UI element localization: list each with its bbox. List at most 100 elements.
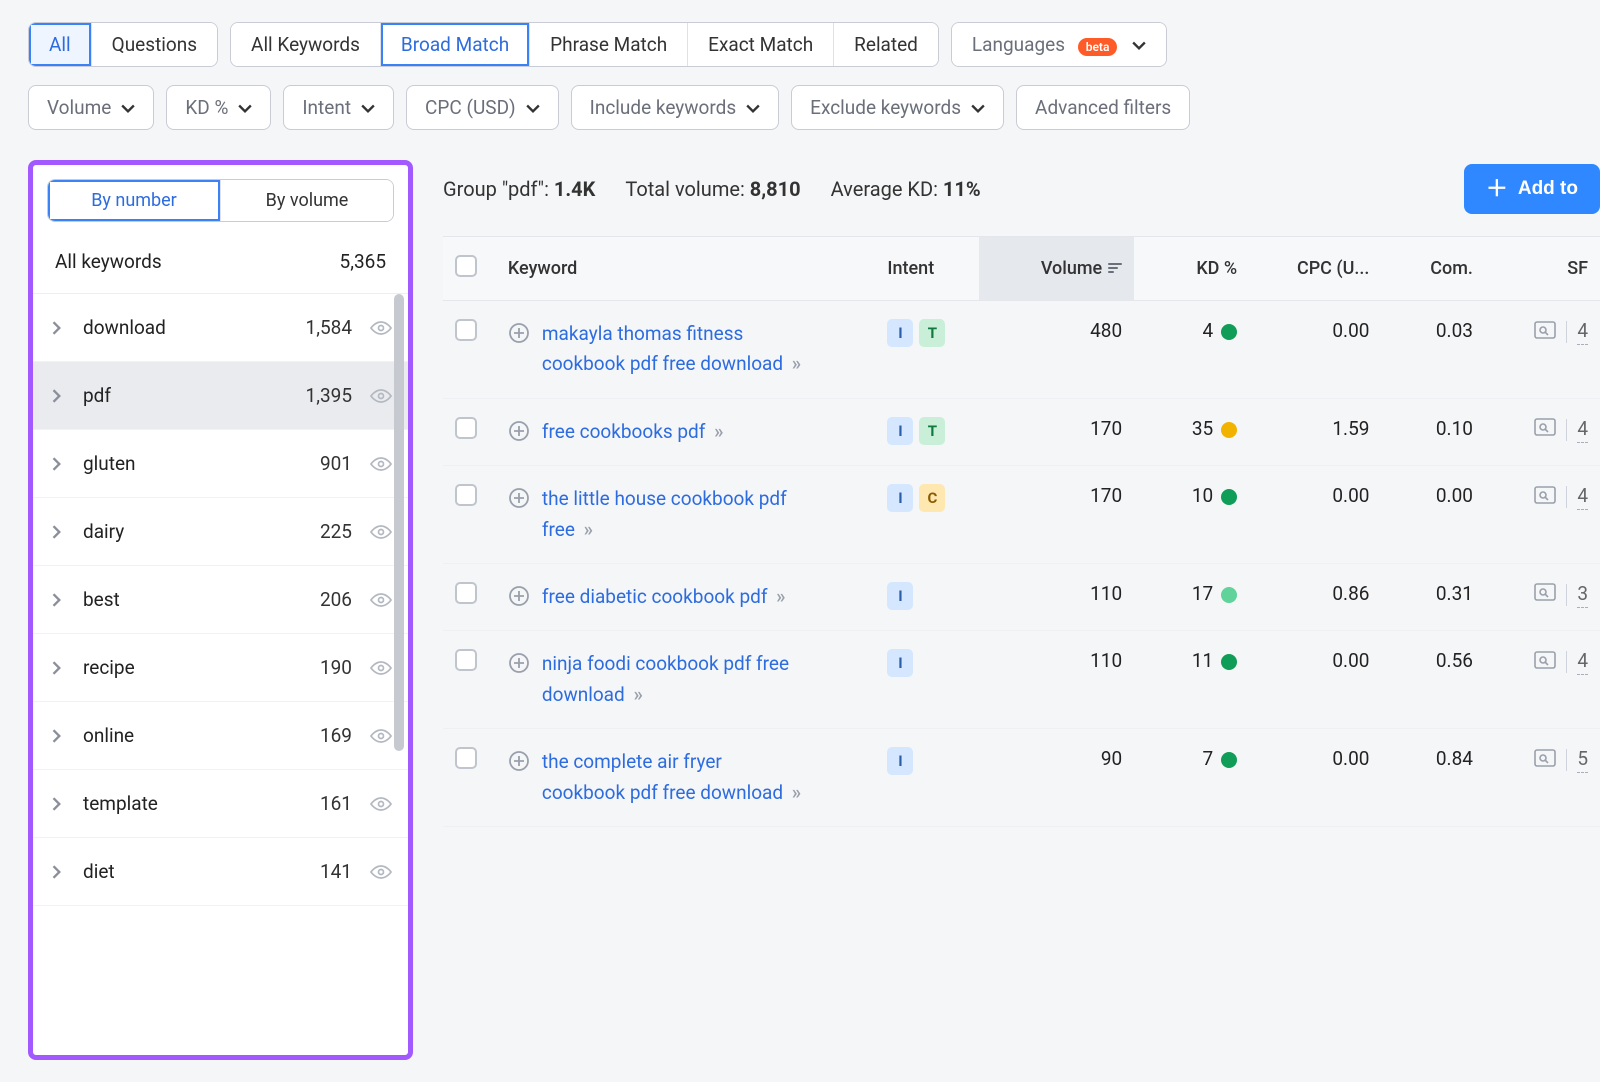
com-cell: 0.00 bbox=[1381, 466, 1485, 564]
sidebar-group-download[interactable]: download1,584 bbox=[33, 294, 408, 362]
keyword-link[interactable]: ninja foodi cookbook pdf free download » bbox=[542, 649, 808, 710]
sidebar-group-recipe[interactable]: recipe 190 bbox=[33, 634, 408, 702]
col-keyword[interactable]: Keyword bbox=[496, 237, 876, 301]
kd-dot-icon bbox=[1221, 752, 1237, 768]
sidebar-group-pdf[interactable]: pdf1,395 bbox=[33, 362, 408, 430]
col-volume[interactable]: Volume bbox=[979, 237, 1134, 301]
cpc-cell: 0.00 bbox=[1249, 631, 1381, 729]
expand-icon[interactable] bbox=[508, 487, 530, 545]
eye-icon[interactable] bbox=[370, 592, 392, 608]
row-checkbox[interactable] bbox=[455, 747, 477, 769]
com-cell: 0.10 bbox=[1381, 398, 1485, 465]
serp-icon[interactable] bbox=[1534, 583, 1556, 606]
row-checkbox[interactable] bbox=[455, 582, 477, 604]
sidebar-group-label: recipe bbox=[83, 656, 310, 679]
sidebar-group-gluten[interactable]: gluten901 bbox=[33, 430, 408, 498]
keyword-link[interactable]: free cookbooks pdf » bbox=[542, 417, 724, 447]
sidebar-group-template[interactable]: template161 bbox=[33, 770, 408, 838]
chevron-down-icon bbox=[1132, 33, 1146, 56]
tab-phrase-match[interactable]: Phrase Match bbox=[530, 23, 688, 66]
kd-dot-icon bbox=[1221, 324, 1237, 340]
serp-icon[interactable] bbox=[1534, 651, 1556, 674]
filter-kd-[interactable]: KD % bbox=[166, 85, 271, 130]
intent-tag-t: T bbox=[919, 319, 945, 347]
serp-icon[interactable] bbox=[1534, 418, 1556, 441]
eye-icon[interactable] bbox=[370, 524, 392, 540]
sidebar-group-diet[interactable]: diet141 bbox=[33, 838, 408, 906]
sf-count[interactable]: 4 bbox=[1577, 649, 1588, 675]
expand-icon[interactable] bbox=[508, 652, 530, 710]
expand-icon[interactable] bbox=[508, 322, 530, 380]
sidebar-group-label: download bbox=[83, 316, 296, 339]
row-checkbox[interactable] bbox=[455, 649, 477, 671]
col-kd[interactable]: KD % bbox=[1134, 237, 1249, 301]
volume-cell: 170 bbox=[979, 398, 1134, 465]
eye-icon[interactable] bbox=[370, 388, 392, 404]
eye-icon[interactable] bbox=[370, 728, 392, 744]
eye-icon[interactable] bbox=[370, 320, 392, 336]
filter-include-keywords[interactable]: Include keywords bbox=[571, 85, 780, 130]
sidebar-tab-volume[interactable]: By volume bbox=[221, 180, 393, 221]
tab-all[interactable]: All bbox=[29, 23, 92, 66]
serp-icon[interactable] bbox=[1534, 749, 1556, 772]
tab-related[interactable]: Related bbox=[834, 23, 938, 66]
open-icon: » bbox=[633, 683, 642, 706]
sf-count[interactable]: 5 bbox=[1577, 747, 1588, 773]
tab-broad-match[interactable]: Broad Match bbox=[381, 23, 530, 66]
col-sf[interactable]: SF bbox=[1485, 237, 1600, 301]
sf-count[interactable]: 4 bbox=[1577, 417, 1588, 443]
com-cell: 0.56 bbox=[1381, 631, 1485, 729]
filter-intent[interactable]: Intent bbox=[283, 85, 394, 130]
sidebar-group-dairy[interactable]: dairy225 bbox=[33, 498, 408, 566]
sidebar-group-label: template bbox=[83, 792, 310, 815]
chevron-down-icon bbox=[361, 96, 375, 119]
sf-count[interactable]: 4 bbox=[1577, 484, 1588, 510]
expand-icon[interactable] bbox=[508, 585, 530, 612]
eye-icon[interactable] bbox=[370, 456, 392, 472]
expand-icon[interactable] bbox=[508, 750, 530, 808]
col-cpc[interactable]: CPC (U... bbox=[1249, 237, 1381, 301]
add-to-button[interactable]: ＋ Add to bbox=[1464, 164, 1600, 214]
sidebar-all-keywords[interactable]: All keywords 5,365 bbox=[33, 232, 408, 294]
sidebar-group-best[interactable]: best206 bbox=[33, 566, 408, 634]
sidebar-group-count: 190 bbox=[320, 656, 352, 679]
tab-questions[interactable]: Questions bbox=[92, 23, 217, 66]
sf-count[interactable]: 3 bbox=[1577, 582, 1588, 608]
tab-exact-match[interactable]: Exact Match bbox=[688, 23, 834, 66]
sidebar-group-online[interactable]: online169 bbox=[33, 702, 408, 770]
keyword-link[interactable]: the little house cookbook pdf free » bbox=[542, 484, 808, 545]
keyword-link[interactable]: free diabetic cookbook pdf » bbox=[542, 582, 786, 612]
select-all-checkbox[interactable] bbox=[455, 255, 477, 277]
row-checkbox[interactable] bbox=[455, 484, 477, 506]
filter-volume[interactable]: Volume bbox=[28, 85, 154, 130]
open-icon: » bbox=[714, 420, 723, 443]
filter-exclude-keywords[interactable]: Exclude keywords bbox=[791, 85, 1004, 130]
keyword-link[interactable]: makayla thomas fitness cookbook pdf free… bbox=[542, 319, 808, 380]
intent-tag-i: I bbox=[887, 649, 913, 677]
expand-icon[interactable] bbox=[508, 420, 530, 447]
languages-label: Languages bbox=[972, 33, 1065, 56]
row-checkbox[interactable] bbox=[455, 319, 477, 341]
eye-icon[interactable] bbox=[370, 796, 392, 812]
sidebar-scrollbar[interactable] bbox=[394, 294, 404, 751]
chevron-right-icon bbox=[51, 797, 73, 811]
col-com[interactable]: Com. bbox=[1381, 237, 1485, 301]
open-icon: » bbox=[792, 781, 801, 804]
filter-cpc-usd-[interactable]: CPC (USD) bbox=[406, 85, 559, 130]
sidebar-tab-number[interactable]: By number bbox=[48, 180, 221, 221]
tab-all-keywords[interactable]: All Keywords bbox=[231, 23, 381, 66]
serp-icon[interactable] bbox=[1534, 321, 1556, 344]
keyword-link[interactable]: the complete air fryer cookbook pdf free… bbox=[542, 747, 808, 808]
row-checkbox[interactable] bbox=[455, 417, 477, 439]
chevron-right-icon bbox=[51, 321, 73, 335]
eye-icon[interactable] bbox=[370, 660, 392, 676]
eye-icon[interactable] bbox=[370, 864, 392, 880]
filter-advanced-filters[interactable]: Advanced filters bbox=[1016, 85, 1190, 130]
intent-tag-i: I bbox=[887, 484, 913, 512]
col-intent[interactable]: Intent bbox=[875, 237, 979, 301]
languages-dropdown[interactable]: Languages beta bbox=[951, 22, 1167, 67]
kd-cell: 7 bbox=[1134, 729, 1249, 827]
serp-icon[interactable] bbox=[1534, 486, 1556, 509]
chevron-right-icon bbox=[51, 593, 73, 607]
sf-count[interactable]: 4 bbox=[1577, 319, 1588, 345]
